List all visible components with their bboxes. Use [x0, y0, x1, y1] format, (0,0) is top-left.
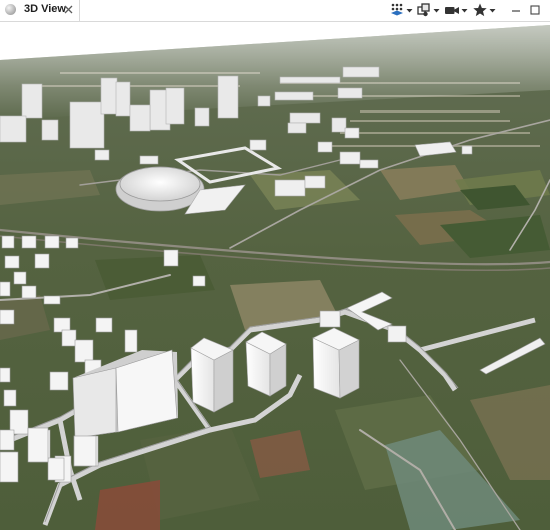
tab-3d-view[interactable]: 3D View	[0, 0, 80, 21]
video-camera-icon[interactable]	[444, 1, 460, 19]
minimize-icon[interactable]	[509, 1, 523, 19]
chevron-down-icon[interactable]	[489, 1, 496, 19]
terrain-scene[interactable]	[0, 22, 550, 530]
chevron-down-icon[interactable]	[433, 1, 440, 19]
chevron-down-icon[interactable]	[406, 1, 413, 19]
3d-viewport[interactable]	[0, 22, 550, 530]
tower-2	[245, 331, 287, 397]
star-icon[interactable]	[472, 1, 488, 19]
tower-3	[312, 327, 360, 399]
maximize-icon[interactable]	[528, 1, 542, 19]
close-icon[interactable]	[63, 3, 74, 16]
scene-window: 3D View	[0, 0, 550, 530]
globe-icon	[5, 4, 16, 15]
chevron-down-icon[interactable]	[461, 1, 468, 19]
camera-nav-icon[interactable]	[416, 1, 432, 19]
layers-icon[interactable]	[389, 1, 405, 19]
tab-title: 3D View	[24, 3, 66, 15]
view-toolbar: 3D View	[0, 0, 550, 22]
tower-1	[190, 337, 234, 413]
